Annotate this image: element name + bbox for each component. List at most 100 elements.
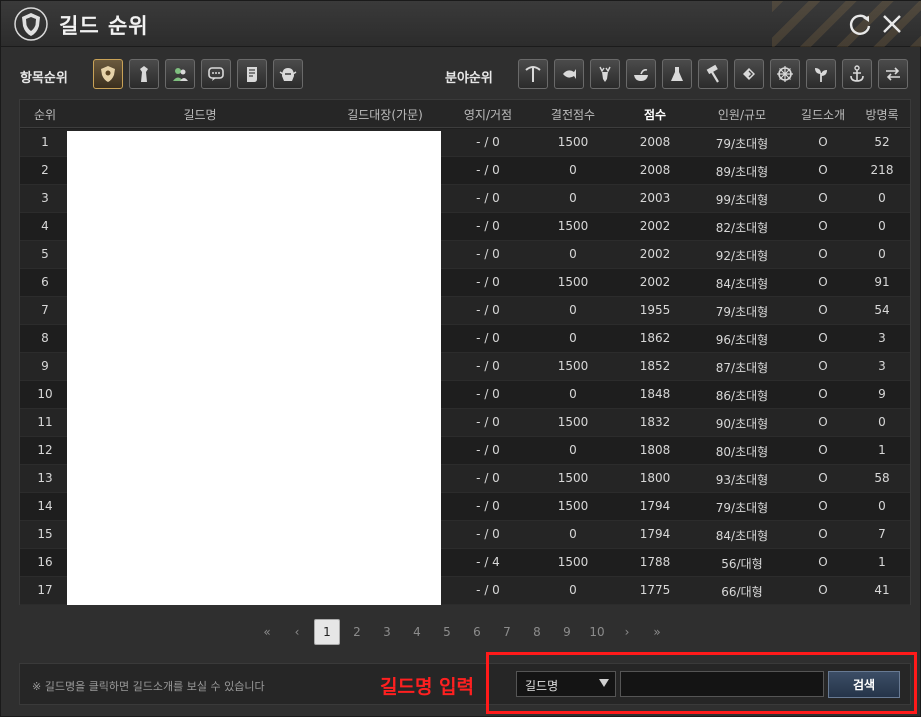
prev-page-button[interactable]: ‹	[284, 619, 310, 645]
guestbook-cell: 0	[878, 499, 886, 513]
territory-cell: - / 0	[476, 359, 500, 373]
header-guestbook[interactable]: 방명록	[854, 106, 910, 123]
header-guild-name[interactable]: 길드명	[140, 106, 260, 123]
score-cell: 1800	[639, 471, 671, 485]
guild-shield-filter-button[interactable]	[93, 59, 123, 89]
scroll-icon	[247, 67, 257, 82]
page-button-9[interactable]: 9	[554, 619, 580, 645]
close-icon[interactable]	[878, 10, 906, 38]
header-rank[interactable]: 순위	[20, 106, 70, 123]
guestbook-cell: 1	[878, 443, 886, 457]
titlebar[interactable]: 길드 순위	[1, 1, 921, 47]
members-cell: 79/초대형	[715, 305, 769, 319]
guestbook-cell: 7	[878, 527, 886, 541]
chat-icon	[208, 67, 224, 81]
hunting-filter-button[interactable]	[590, 59, 620, 89]
score-cell: 2002	[639, 247, 671, 261]
war-score-cell: 1500	[557, 555, 589, 569]
cooking-filter-button[interactable]	[626, 59, 656, 89]
exchange-filter-button[interactable]	[878, 59, 908, 89]
members-cell: 87/초대형	[715, 361, 769, 375]
sailing-filter-button[interactable]	[770, 59, 800, 89]
members-cell: 84/초대형	[715, 529, 769, 543]
guestbook-cell: 0	[878, 415, 886, 429]
territory-cell: - / 0	[476, 247, 500, 261]
last-page-button[interactable]: »	[644, 619, 670, 645]
rank-cell: 15	[37, 527, 53, 541]
exchange-icon	[886, 67, 900, 81]
gathering-filter-button[interactable]	[518, 59, 548, 89]
header-territory[interactable]: 영지/거점	[448, 106, 528, 123]
page-button-7[interactable]: 7	[494, 619, 520, 645]
processing-filter-button[interactable]	[698, 59, 728, 89]
people-filter-button[interactable]	[165, 59, 195, 89]
intro-cell: O	[818, 247, 828, 261]
field-ranking-label: 분야순위	[445, 71, 493, 86]
members-cell: 89/초대형	[715, 165, 769, 179]
sprout-icon	[815, 68, 827, 82]
rank-cell: 10	[37, 387, 53, 401]
filter-bar: 항목순위 분야순위	[1, 55, 921, 95]
rank-cell: 13	[37, 471, 53, 485]
war-score-cell: 1500	[557, 275, 589, 289]
trade-filter-button[interactable]	[734, 59, 764, 89]
page-button-4[interactable]: 4	[404, 619, 430, 645]
tower-filter-button[interactable]	[129, 59, 159, 89]
alchemy-filter-button[interactable]	[662, 59, 692, 89]
first-page-button[interactable]: «	[254, 619, 280, 645]
fishing-filter-button[interactable]	[554, 59, 584, 89]
rank-cell: 3	[41, 191, 49, 205]
members-cell: 86/초대형	[715, 389, 769, 403]
war-score-cell: 1500	[557, 359, 589, 373]
territory-cell: - / 0	[476, 191, 500, 205]
guestbook-cell: 91	[874, 275, 890, 289]
farming-filter-button[interactable]	[806, 59, 836, 89]
pickaxe-icon	[525, 66, 541, 82]
territory-cell: - / 0	[476, 471, 500, 485]
score-cell: 1788	[639, 555, 671, 569]
page-button-3[interactable]: 3	[374, 619, 400, 645]
intro-cell: O	[818, 163, 828, 177]
refresh-icon[interactable]	[846, 10, 874, 38]
table-header: 순위 길드명 길드대장(가문) 영지/거점 결전점수 점수 인원/규모 길드소개…	[20, 100, 910, 128]
chat-filter-button[interactable]	[201, 59, 231, 89]
page-button-5[interactable]: 5	[434, 619, 460, 645]
page-button-6[interactable]: 6	[464, 619, 490, 645]
page-button-2[interactable]: 2	[344, 619, 370, 645]
rank-cell: 16	[37, 555, 53, 569]
category-ranking-label: 항목순위	[20, 71, 68, 86]
members-cell: 99/초대형	[715, 193, 769, 207]
rank-cell: 8	[41, 331, 49, 345]
scroll-filter-button[interactable]	[237, 59, 267, 89]
members-cell: 90/초대형	[715, 417, 769, 431]
territory-cell: - / 0	[476, 387, 500, 401]
intro-cell: O	[818, 219, 828, 233]
search-hint: ※ 길드명을 클릭하면 길드소개를 보실 수 있습니다	[32, 680, 265, 693]
rank-cell: 4	[41, 219, 49, 233]
helm-filter-button[interactable]	[273, 59, 303, 89]
war-score-cell: 0	[569, 331, 577, 345]
header-war-score[interactable]: 결전점수	[528, 106, 618, 123]
cooking-icon	[634, 69, 648, 81]
members-cell: 79/초대형	[715, 501, 769, 515]
guestbook-cell: 58	[874, 471, 890, 485]
header-members[interactable]: 인원/규모	[692, 106, 792, 123]
header-intro[interactable]: 길드소개	[788, 106, 858, 123]
war-score-cell: 0	[569, 583, 577, 597]
guestbook-cell: 52	[874, 135, 890, 149]
next-page-button[interactable]: ›	[614, 619, 640, 645]
page-button-10[interactable]: 10	[584, 619, 610, 645]
rank-cell: 9	[41, 359, 49, 373]
header-score[interactable]: 점수	[615, 106, 695, 123]
page-button-1[interactable]: 1	[314, 619, 340, 645]
members-cell: 56/대형	[721, 557, 763, 571]
guestbook-cell: 1	[878, 555, 886, 569]
war-score-cell: 1500	[557, 499, 589, 513]
page-button-8[interactable]: 8	[524, 619, 550, 645]
score-cell: 2002	[639, 275, 671, 289]
score-cell: 1862	[639, 331, 671, 345]
header-master[interactable]: 길드대장(가문)	[330, 106, 440, 123]
anchor-filter-button[interactable]	[842, 59, 872, 89]
members-cell: 92/초대형	[715, 249, 769, 263]
territory-cell: - / 0	[476, 443, 500, 457]
